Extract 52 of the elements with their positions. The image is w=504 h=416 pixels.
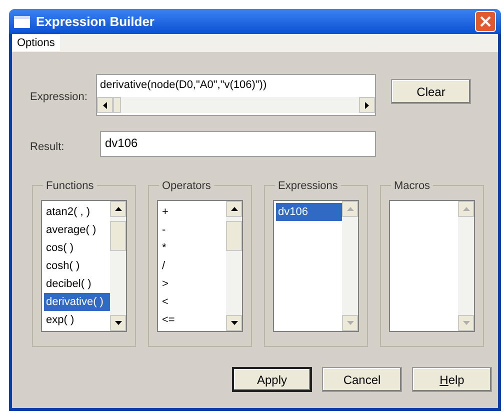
menu-item[interactable]: Options [12,34,60,52]
list-item[interactable]: dv106 [276,203,342,221]
push-button[interactable]: Apply [232,367,312,392]
result-field[interactable]: dv106 [100,131,376,157]
window-icon [14,16,30,28]
down-arrow-icon [114,321,122,325]
list-item[interactable]: exp( ) [44,311,110,329]
window-title: Expression Builder [36,12,156,31]
list-item[interactable]: decibel( ) [44,275,110,293]
list-item[interactable]: < [160,293,226,311]
result-label: Result: [30,140,66,155]
vertical-scrollbar[interactable] [342,201,358,331]
horizontal-scrollbar[interactable] [97,97,375,113]
scrollbar-thumb[interactable] [110,221,126,251]
list-box[interactable]: dv106 [273,200,359,332]
down-arrow-icon [462,321,470,325]
up-arrow-icon [462,207,470,211]
list-item[interactable]: derivative( ) [44,293,110,311]
list-item[interactable]: cos( ) [44,239,110,257]
list-item[interactable]: cosh( ) [44,257,110,275]
group-title: Expressions [275,178,341,194]
down-arrow-icon [346,321,354,325]
group-title: Operators [159,178,214,194]
list-item[interactable]: atan2( , ) [44,203,110,221]
up-arrow-icon [230,207,238,211]
list-box[interactable] [389,200,475,332]
push-button[interactable]: Clear [391,79,471,104]
list-item[interactable]: / [160,257,226,275]
list-item[interactable]: <= [160,311,226,329]
vertical-scrollbar[interactable] [226,201,242,331]
vertical-scrollbar[interactable] [110,201,126,331]
push-button[interactable]: Cancel [322,367,402,392]
list-item[interactable]: + [160,203,226,221]
scrollbar-thumb[interactable] [226,221,242,251]
list-item[interactable]: - [160,221,226,239]
up-arrow-icon [114,207,122,211]
right-arrow-icon [365,102,369,108]
list-item[interactable]: > [160,275,226,293]
list-item[interactable]: average( ) [44,221,110,239]
scrollbar-thumb[interactable] [113,97,121,113]
list-box[interactable]: atan2( , ) average( ) cos( ) cosh( ) decibel( ) derivative( ) exp( ) [41,200,127,332]
vertical-scrollbar[interactable] [458,201,474,331]
list-box[interactable]: + - * / > < <= [157,200,243,332]
push-button[interactable]: Help [412,367,492,392]
down-arrow-icon [230,321,238,325]
up-arrow-icon [346,207,354,211]
expression-field[interactable]: derivative(node(D0,"A0","v(106)")) [96,74,376,116]
expression-label: Expression: [30,90,88,105]
list-item[interactable]: * [160,239,226,257]
left-arrow-icon [103,102,107,108]
close-button[interactable] [475,11,496,32]
close-icon [480,16,491,27]
